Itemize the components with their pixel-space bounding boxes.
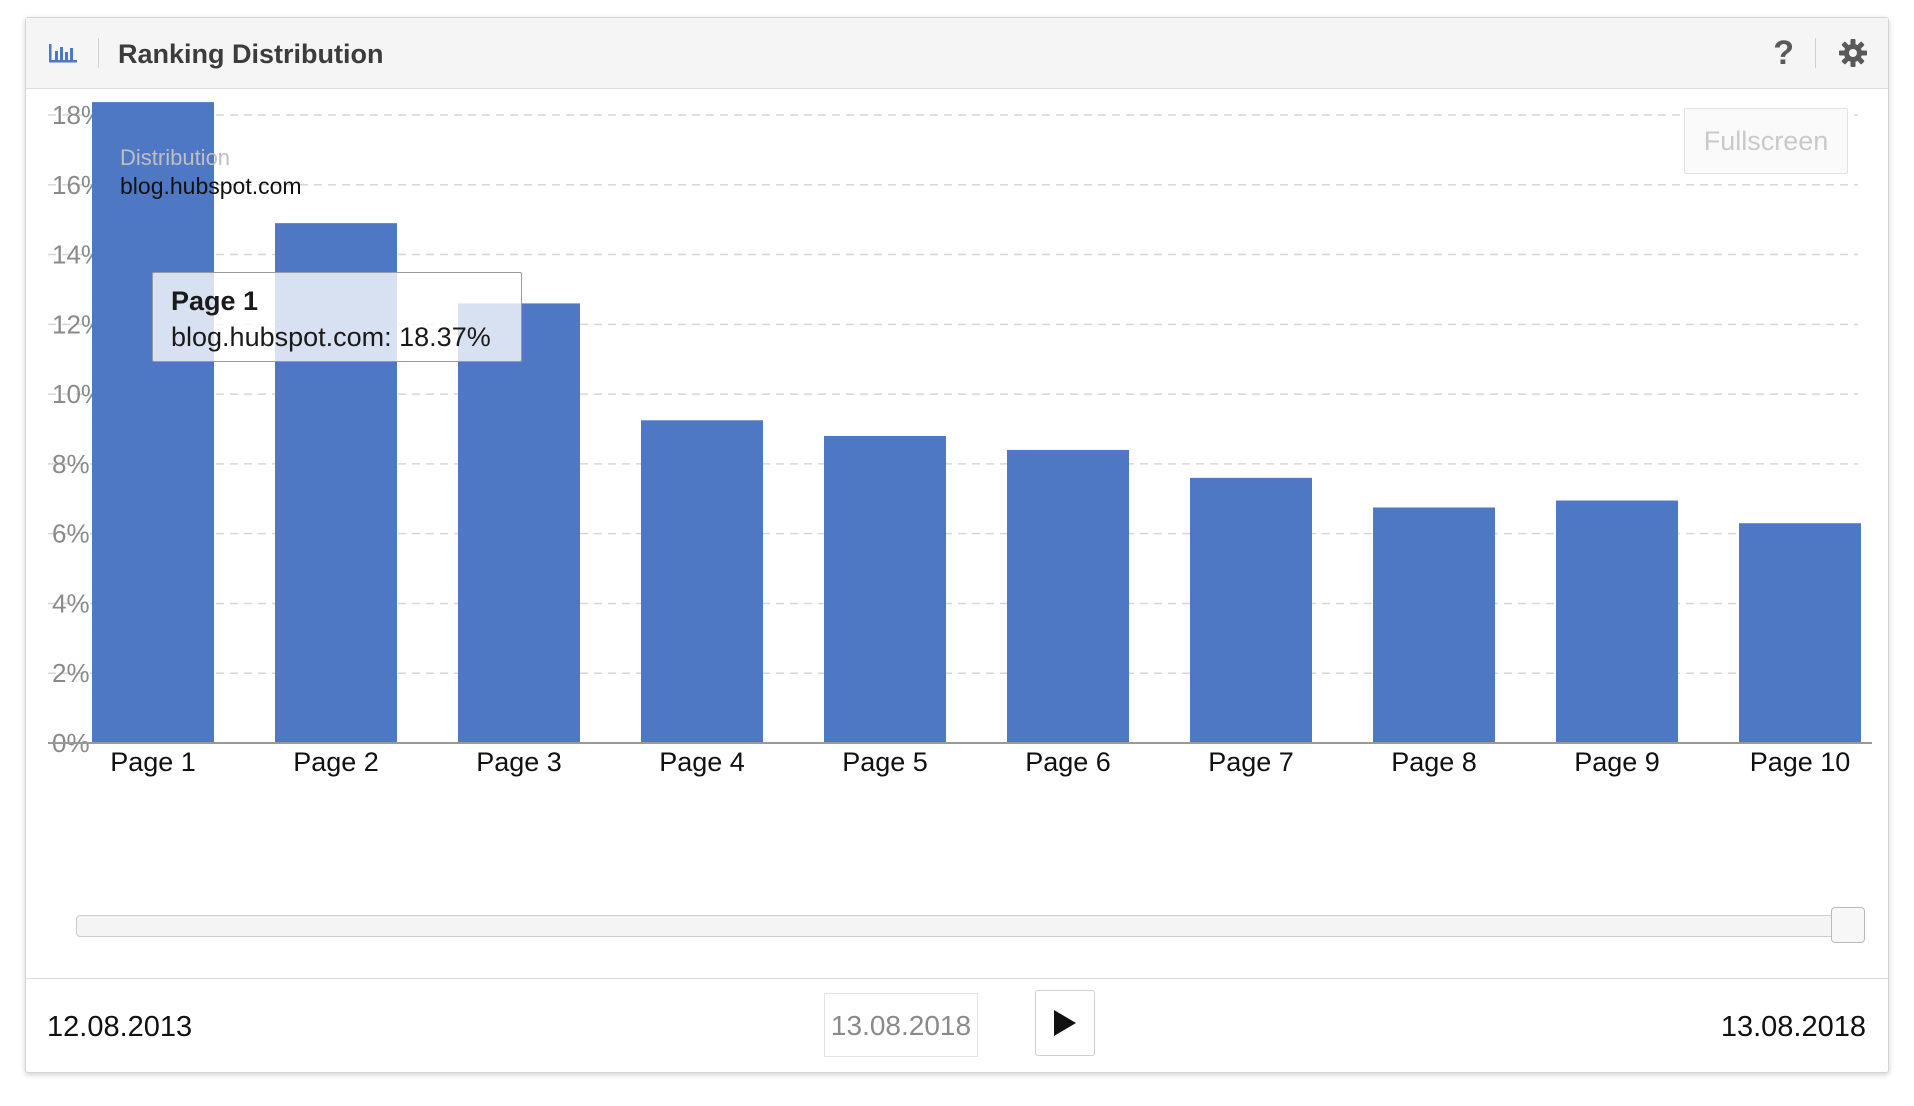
bar[interactable] — [641, 420, 763, 743]
timeline-slider-track[interactable] — [76, 915, 1863, 937]
header-separator — [98, 38, 99, 68]
y-tick-label: 6% — [52, 519, 90, 549]
tooltip-value: blog.hubspot.com: 18.37% — [171, 322, 491, 352]
x-tick-label: Page 7 — [1208, 747, 1294, 777]
bar-chart-icon — [49, 44, 77, 63]
x-tick-label: Page 8 — [1391, 747, 1477, 777]
x-tick-label: Page 10 — [1750, 747, 1851, 777]
legend-title: Distribution — [120, 145, 231, 170]
help-button[interactable]: ? — [1773, 34, 1794, 72]
y-tick-label: 8% — [52, 449, 90, 479]
timeline-footer: 12.08.2013 13.08.2018 13.08.2018 — [26, 978, 1888, 1073]
start-date: 12.08.2013 — [47, 1011, 193, 1043]
chart-area: 0% 2% 4% 6% 8% 10% 12% 14% 16% 18% Page 1 Page 2 Pag… — [26, 88, 1890, 788]
bar[interactable] — [1739, 523, 1861, 743]
ranking-distribution-widget: Ranking Distribution ? 0% 2% 4% 6% 8% 10% 12% 1… — [25, 17, 1889, 1073]
gear-icon[interactable] — [1838, 38, 1868, 68]
y-tick-label: 2% — [52, 658, 90, 688]
x-tick-label: Page 5 — [842, 747, 928, 777]
play-icon — [1054, 1010, 1076, 1036]
bar[interactable] — [1190, 477, 1312, 743]
chart-tooltip: Page 1 blog.hubspot.com: 18.37% — [152, 272, 522, 362]
bar-chart: 0%2%4%6%8%10%12%14%16%18%Page 1 Page 2 Pag… — [48, 100, 1872, 777]
x-tick-label: Page 3 — [476, 747, 562, 777]
end-date: 13.08.2018 — [1720, 1011, 1866, 1043]
timeline-slider-handle[interactable] — [1831, 907, 1865, 943]
tooltip-title: Page 1 — [171, 286, 259, 316]
x-tick-label: Page 1 — [110, 747, 196, 777]
play-button[interactable] — [1035, 990, 1095, 1056]
x-tick-label: Page 6 — [1025, 747, 1111, 777]
current-date-field[interactable]: 13.08.2018 — [824, 993, 978, 1057]
bar[interactable] — [824, 435, 946, 743]
bar[interactable] — [1556, 500, 1678, 743]
bar[interactable] — [458, 303, 580, 743]
x-tick-label: Page 2 — [293, 747, 379, 777]
fullscreen-button[interactable]: Fullscreen — [1684, 108, 1848, 174]
widget-title: Ranking Distribution — [118, 39, 384, 69]
header-separator — [1815, 38, 1816, 68]
chart-legend: Distribution blog.hubspot.com — [120, 144, 302, 200]
widget-header: Ranking Distribution ? — [26, 18, 1888, 89]
bar[interactable] — [1373, 507, 1495, 744]
bar[interactable] — [1007, 449, 1129, 743]
x-tick-label: Page 4 — [659, 747, 745, 777]
x-tick-label: Page 9 — [1574, 747, 1660, 777]
legend-item[interactable]: blog.hubspot.com — [120, 172, 302, 200]
y-tick-label: 4% — [52, 588, 90, 618]
